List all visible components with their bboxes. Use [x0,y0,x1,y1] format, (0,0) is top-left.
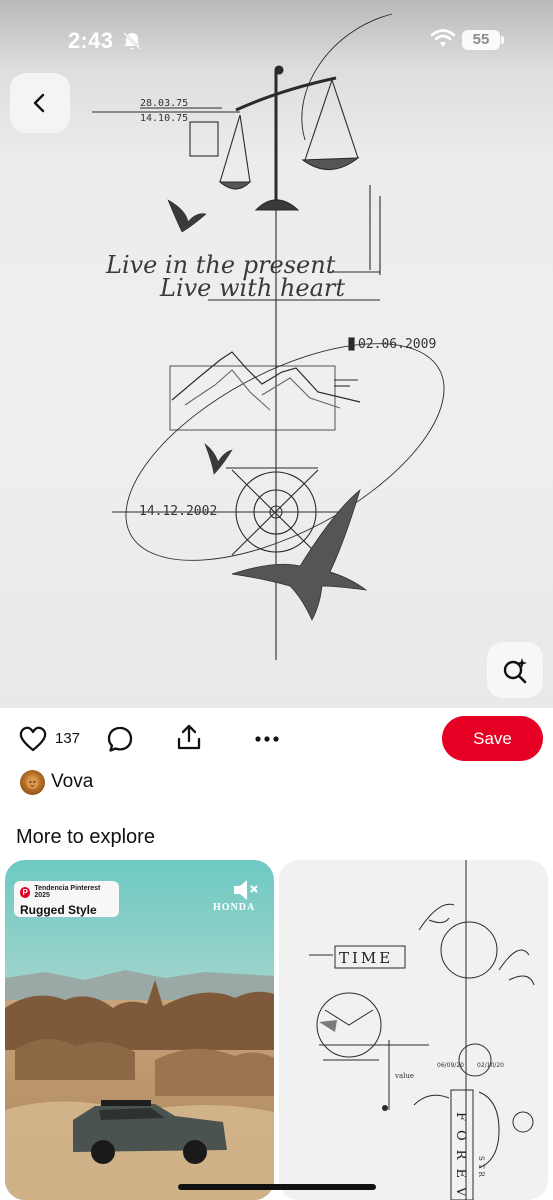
svg-text:FOREVE: FOREVE [453,1112,468,1200]
svg-text:value: value [394,1072,414,1080]
more-options-button[interactable] [252,724,282,754]
chevron-left-icon [33,93,45,113]
back-button[interactable] [10,73,70,133]
like-count: 137 [55,730,81,747]
pinterest-logo-icon: P [20,886,31,898]
creator-name[interactable]: Vova [51,771,93,793]
svg-text:28.03.75: 28.03.75 [140,98,188,109]
trend-badge-subtitle: Tendencia Pinterest 2025 [34,885,101,899]
home-indicator[interactable] [178,1184,376,1190]
svg-text:14.10.75: 14.10.75 [140,113,188,124]
svg-text:02.06.2009: 02.06.2009 [358,337,436,352]
comment-button[interactable] [105,724,135,754]
status-bar: 2:43 55 [0,0,553,82]
share-icon [177,724,201,750]
creator-row[interactable]: Vova [20,768,93,796]
visual-search-button[interactable] [487,642,543,698]
bell-slash-icon [123,32,141,50]
battery-nub [501,36,504,44]
explore-card-tattoo[interactable]: TIME 06/09/20 02/10/20 value FOREVE STR [279,860,548,1200]
more-icon [255,736,279,742]
avatar[interactable] [20,769,45,795]
share-button[interactable] [174,722,204,752]
time-forever-tattoo-image: TIME 06/09/20 02/10/20 value FOREVE STR [279,860,548,1200]
pin-action-bar: 137 Save [0,708,553,768]
brand-logo: HONDA [213,902,256,913]
svg-text:02/10/20: 02/10/20 [477,1062,504,1069]
pin-image[interactable]: 28.03.75 14.10.75 02.06.2009 14.12.2002 … [0,0,553,708]
like-button[interactable] [18,724,48,754]
battery-icon: 55 [462,30,500,50]
trend-badge-title: Rugged Style [20,903,97,917]
status-time: 2:43 [68,28,114,53]
more-to-explore-heading: More to explore [16,826,155,848]
svg-text:14.12.2002: 14.12.2002 [139,504,217,519]
lion-avatar-image [26,776,39,789]
save-button[interactable]: Save [442,716,543,761]
muted-speaker-icon[interactable] [228,878,260,902]
svg-text:06/09/20: 06/09/20 [437,1062,464,1069]
trend-badge: P Tendencia Pinterest 2025 Rugged Style [14,881,119,917]
explore-card-ad[interactable]: P Tendencia Pinterest 2025 Rugged Style … [5,860,274,1200]
svg-text:TIME: TIME [339,949,393,967]
comment-icon [107,726,133,752]
visual-search-icon [503,658,527,684]
wifi-icon [430,29,456,47]
svg-text:STR: STR [477,1156,485,1180]
tattoo-sketch-illustration: 28.03.75 14.10.75 02.06.2009 14.12.2002 … [92,13,445,660]
heart-icon [19,726,47,752]
svg-text:Live with heart: Live with heart [159,274,345,302]
